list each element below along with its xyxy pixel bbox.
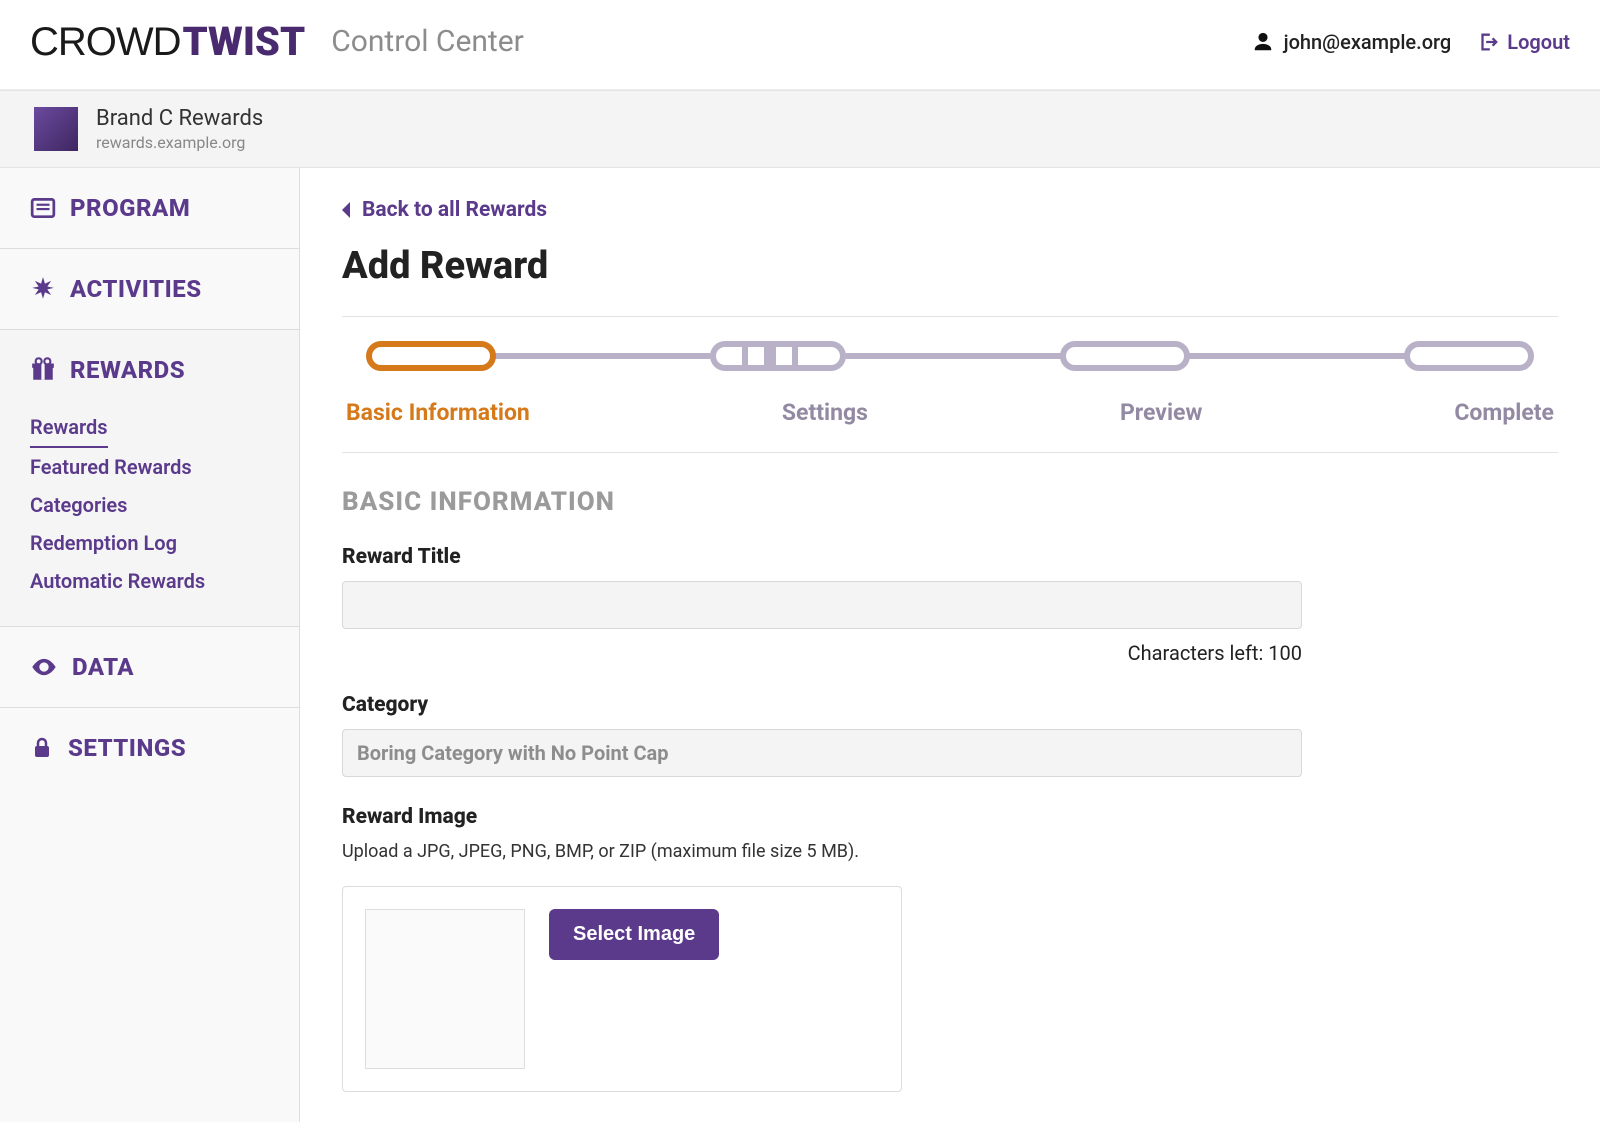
sidebar-sub-categories[interactable]: Categories (30, 486, 269, 524)
sidebar-sub-featured-rewards[interactable]: Featured Rewards (30, 448, 269, 486)
category-label: Category (342, 693, 1558, 717)
image-upload-box: Select Image (342, 886, 902, 1092)
sidebar-sub-redemption-log[interactable]: Redemption Log (30, 524, 269, 562)
sidebar-item-label: SETTINGS (68, 734, 186, 762)
user-icon (1252, 31, 1274, 53)
back-label: Back to all Rewards (362, 198, 547, 222)
sidebar-item-label: DATA (72, 653, 134, 681)
logo[interactable]: CROWD TWIST (30, 18, 305, 65)
logout-icon (1477, 31, 1499, 53)
step-node-preview[interactable] (1060, 341, 1190, 371)
sidebar: PROGRAM ACTIVITIES REWARDS Rewards Featu… (0, 168, 300, 1122)
section-title: BASIC INFORMATION (342, 487, 1558, 517)
step-label-complete: Complete (1454, 399, 1554, 426)
reward-image-hint: Upload a JPG, JPEG, PNG, BMP, or ZIP (ma… (342, 841, 1558, 862)
reward-image-label: Reward Image (342, 805, 1558, 829)
app-title: Control Center (331, 24, 524, 59)
category-value: Boring Category with No Point Cap (357, 741, 669, 765)
step-node-complete[interactable] (1404, 341, 1534, 371)
select-image-button[interactable]: Select Image (549, 909, 719, 960)
lock-icon (30, 736, 54, 760)
user-email: john@example.org (1284, 30, 1452, 54)
step-node-settings[interactable] (710, 341, 846, 371)
brand-domain: rewards.example.org (96, 133, 263, 152)
logo-word-bold: TWIST (183, 18, 306, 65)
sidebar-item-activities[interactable]: ACTIVITIES (0, 249, 299, 330)
sidebar-sub-rewards[interactable]: Rewards (30, 408, 108, 448)
chevron-left-icon (342, 202, 352, 218)
step-label-basic-information: Basic Information (346, 399, 530, 426)
category-select[interactable]: Boring Category with No Point Cap (342, 729, 1302, 777)
brand-bar: Brand C Rewards rewards.example.org (0, 90, 1600, 168)
brand-avatar (34, 107, 78, 151)
sidebar-item-data[interactable]: DATA (0, 627, 299, 708)
eye-icon (30, 653, 58, 681)
sidebar-item-label: ACTIVITIES (70, 275, 202, 303)
brand-name: Brand C Rewards (96, 106, 263, 131)
chars-left: Characters left: 100 (342, 641, 1302, 665)
logout-button[interactable]: Logout (1477, 30, 1570, 54)
main-content: Back to all Rewards Add Reward Basic Inf… (300, 168, 1600, 1122)
sidebar-item-program[interactable]: PROGRAM (0, 168, 299, 249)
logout-label: Logout (1507, 30, 1570, 54)
burst-icon (30, 276, 56, 302)
list-icon (30, 195, 56, 221)
step-label-preview: Preview (1120, 399, 1202, 426)
back-link[interactable]: Back to all Rewards (342, 198, 1558, 222)
top-bar: CROWD TWIST Control Center john@example.… (0, 0, 1600, 90)
reward-title-label: Reward Title (342, 545, 1558, 569)
logo-word-light: CROWD (30, 20, 181, 65)
user-menu[interactable]: john@example.org (1252, 30, 1452, 54)
sidebar-sub-automatic-rewards[interactable]: Automatic Rewards (30, 562, 269, 600)
sidebar-item-label: PROGRAM (70, 194, 190, 222)
step-label-settings: Settings (782, 399, 868, 426)
reward-title-input[interactable] (342, 581, 1302, 629)
stepper-line (402, 353, 1498, 359)
sidebar-item-label: REWARDS (70, 356, 185, 384)
sidebar-item-settings[interactable]: SETTINGS (0, 708, 299, 788)
wizard-stepper: Basic Information Settings Preview Compl… (342, 316, 1558, 453)
page-title: Add Reward (342, 244, 1558, 288)
gift-icon (30, 357, 56, 383)
step-node-basic-information[interactable] (366, 341, 496, 371)
sidebar-item-rewards[interactable]: REWARDS Rewards Featured Rewards Categor… (0, 330, 299, 627)
image-preview-thumb (365, 909, 525, 1069)
